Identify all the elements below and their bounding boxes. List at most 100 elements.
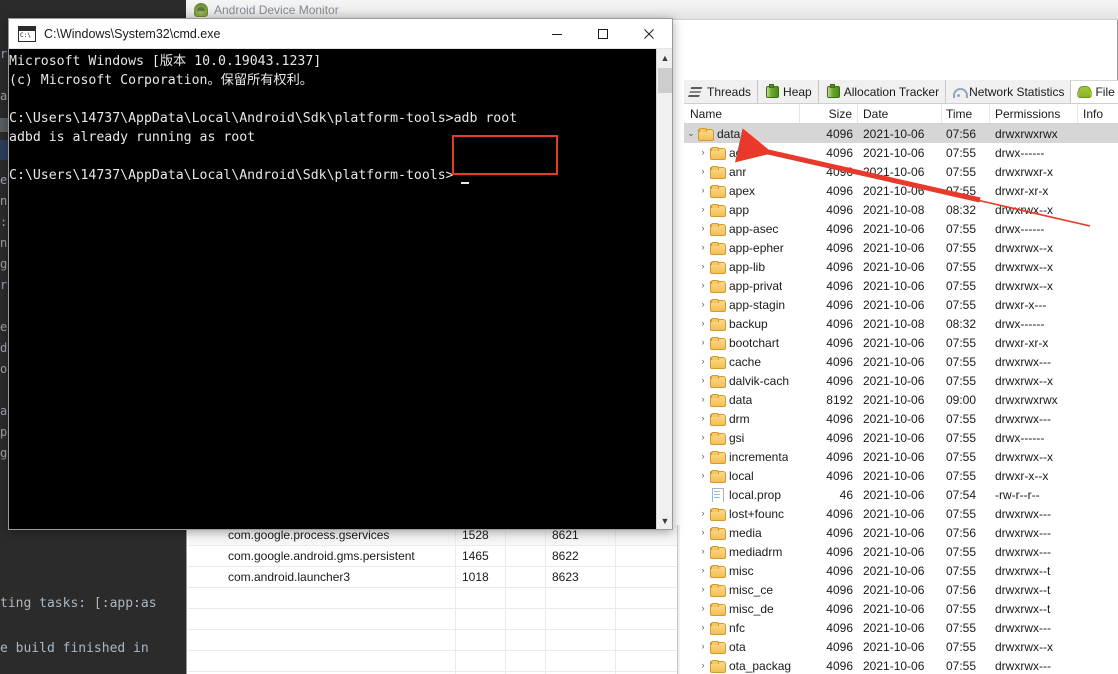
file-explorer-row[interactable]: › dalvik-cach 4096 2021-10-06 07:55 drwxrwx--…: [684, 371, 1118, 390]
chevron-right-icon[interactable]: ›: [696, 257, 710, 276]
cmd-scrollbar[interactable]: ▲ ▼: [656, 49, 672, 529]
column-header-info[interactable]: Info: [1078, 104, 1118, 123]
column-header-time[interactable]: Time: [942, 104, 990, 123]
file-explorer-row[interactable]: › cache 4096 2021-10-06 07:55 drwxrwx---: [684, 352, 1118, 371]
file-name-cell[interactable]: › gsi: [684, 428, 800, 447]
chevron-right-icon[interactable]: ›: [696, 618, 710, 637]
chevron-right-icon[interactable]: ›: [696, 656, 710, 674]
file-name-cell[interactable]: › app: [684, 200, 800, 219]
file-name-cell[interactable]: › dalvik-cach: [684, 371, 800, 390]
chevron-right-icon[interactable]: ›: [696, 181, 710, 200]
chevron-right-icon[interactable]: ›: [696, 200, 710, 219]
file-explorer-row[interactable]: › drm 4096 2021-10-06 07:55 drwxrwx---: [684, 409, 1118, 428]
tab-threads[interactable]: Threads: [684, 80, 759, 103]
file-explorer-row[interactable]: › app-epher 4096 2021-10-06 07:55 drwxrwx--x: [684, 238, 1118, 257]
file-explorer-row[interactable]: › backup 4096 2021-10-08 08:32 drwx------: [684, 314, 1118, 333]
adm-titlebar[interactable]: Android Device Monitor: [186, 0, 1118, 20]
file-name-cell[interactable]: › app-epher: [684, 238, 800, 257]
close-button[interactable]: [626, 19, 672, 49]
file-name-cell[interactable]: local.prop: [684, 488, 800, 502]
file-name-cell[interactable]: › misc: [684, 561, 800, 580]
chevron-right-icon[interactable]: ›: [696, 409, 710, 428]
file-name-cell[interactable]: ⌄ data: [684, 124, 800, 143]
process-row[interactable]: [188, 609, 677, 630]
file-name-cell[interactable]: › data: [684, 390, 800, 409]
file-name-cell[interactable]: › misc_ce: [684, 580, 800, 599]
tab-allocation-tracker[interactable]: Allocation Tracker: [818, 80, 947, 103]
file-explorer-row[interactable]: › app-stagin 4096 2021-10-06 07:55 drwxr-x---: [684, 295, 1118, 314]
file-explorer-row[interactable]: › mediadrm 4096 2021-10-06 07:55 drwxrwx---: [684, 542, 1118, 561]
adm-tabstrip[interactable]: Threads Heap Allocation Tracker Network Sta…: [684, 80, 1118, 104]
process-row[interactable]: com.android.launcher3 1018 8623: [188, 567, 677, 588]
file-name-cell[interactable]: › app-asec: [684, 219, 800, 238]
file-name-cell[interactable]: › adb: [684, 143, 800, 162]
process-row[interactable]: [188, 630, 677, 651]
chevron-right-icon[interactable]: ›: [696, 580, 710, 599]
file-explorer-row[interactable]: › local 4096 2021-10-06 07:55 drwxr-x--x: [684, 466, 1118, 485]
file-explorer-row[interactable]: › ota_packag 4096 2021-10-06 07:55 drwxrwx---: [684, 656, 1118, 674]
scroll-up-icon[interactable]: ▲: [657, 49, 672, 66]
chevron-right-icon[interactable]: ›: [696, 371, 710, 390]
chevron-right-icon[interactable]: ›: [696, 523, 710, 542]
minimize-button[interactable]: [534, 19, 580, 49]
chevron-right-icon[interactable]: ›: [696, 238, 710, 257]
column-header-size[interactable]: Size: [800, 104, 858, 123]
file-explorer-row[interactable]: › incrementa 4096 2021-10-06 07:55 drwxrwx--x: [684, 447, 1118, 466]
column-header-name[interactable]: Name: [684, 104, 800, 123]
file-name-cell[interactable]: › anr: [684, 162, 800, 181]
file-explorer-row[interactable]: › media 4096 2021-10-06 07:56 drwxrwx---: [684, 523, 1118, 542]
file-explorer-row[interactable]: › ota 4096 2021-10-06 07:55 drwxrwx--x: [684, 637, 1118, 656]
chevron-right-icon[interactable]: ›: [696, 276, 710, 295]
chevron-right-icon[interactable]: ›: [696, 504, 710, 523]
process-row[interactable]: [188, 651, 677, 672]
file-explorer-row[interactable]: › adb 4096 2021-10-06 07:55 drwx------: [684, 143, 1118, 162]
chevron-right-icon[interactable]: ›: [696, 295, 710, 314]
cmd-window[interactable]: C:\Windows\System32\cmd.exe Microsoft Wi…: [8, 18, 673, 530]
tab-heap[interactable]: Heap: [758, 80, 819, 103]
chevron-right-icon[interactable]: ›: [696, 162, 710, 181]
file-name-cell[interactable]: › ota: [684, 637, 800, 656]
file-explorer-row[interactable]: › nfc 4096 2021-10-06 07:55 drwxrwx---: [684, 618, 1118, 637]
file-explorer-row[interactable]: › bootchart 4096 2021-10-06 07:55 drwxr-xr-x: [684, 333, 1118, 352]
chevron-right-icon[interactable]: ›: [696, 428, 710, 447]
scroll-down-icon[interactable]: ▼: [657, 512, 672, 529]
chevron-right-icon[interactable]: ›: [696, 143, 710, 162]
chevron-down-icon[interactable]: ⌄: [684, 124, 698, 143]
cmd-scrollbar-thumb[interactable]: [658, 68, 672, 93]
file-explorer-row[interactable]: › anr 4096 2021-10-06 07:55 drwxrwxr-x: [684, 162, 1118, 181]
file-explorer-row[interactable]: › gsi 4096 2021-10-06 07:55 drwx------: [684, 428, 1118, 447]
file-explorer-row[interactable]: › misc_ce 4096 2021-10-06 07:56 drwxrwx--t: [684, 580, 1118, 599]
file-explorer-row[interactable]: › app 4096 2021-10-08 08:32 drwxrwx--x: [684, 200, 1118, 219]
file-name-cell[interactable]: › backup: [684, 314, 800, 333]
chevron-right-icon[interactable]: ›: [696, 447, 710, 466]
file-explorer-row[interactable]: local.prop 46 2021-10-06 07:54 -rw-r--r--: [684, 485, 1118, 504]
chevron-right-icon[interactable]: ›: [696, 390, 710, 409]
file-name-cell[interactable]: › app-privat: [684, 276, 800, 295]
chevron-right-icon[interactable]: ›: [696, 542, 710, 561]
file-name-cell[interactable]: › local: [684, 466, 800, 485]
chevron-right-icon[interactable]: ›: [696, 333, 710, 352]
file-name-cell[interactable]: › lost+founc: [684, 504, 800, 523]
file-name-cell[interactable]: › misc_de: [684, 599, 800, 618]
process-table-scrollbar[interactable]: [678, 525, 680, 674]
file-explorer-row[interactable]: › apex 4096 2021-10-06 07:55 drwxr-xr-x: [684, 181, 1118, 200]
chevron-right-icon[interactable]: ›: [696, 637, 710, 656]
chevron-right-icon[interactable]: ›: [696, 352, 710, 371]
column-header-permissions[interactable]: Permissions: [990, 104, 1078, 123]
file-name-cell[interactable]: › ota_packag: [684, 656, 800, 674]
file-explorer-row[interactable]: › misc_de 4096 2021-10-06 07:55 drwxrwx--t: [684, 599, 1118, 618]
file-explorer-row[interactable]: › app-privat 4096 2021-10-06 07:55 drwxrwx--x: [684, 276, 1118, 295]
file-name-cell[interactable]: › media: [684, 523, 800, 542]
column-header-date[interactable]: Date: [858, 104, 942, 123]
file-explorer-column-header[interactable]: Name Size Date Time Permissions Info: [684, 104, 1118, 124]
chevron-right-icon[interactable]: ›: [696, 466, 710, 485]
process-row[interactable]: [188, 588, 677, 609]
file-name-cell[interactable]: › mediadrm: [684, 542, 800, 561]
tab-network-statistics[interactable]: Network Statistics: [946, 80, 1072, 103]
process-row[interactable]: com.google.android.gms.persistent 1465 862…: [188, 546, 677, 567]
file-explorer-row[interactable]: › app-lib 4096 2021-10-06 07:55 drwxrwx--x: [684, 257, 1118, 276]
file-explorer-row[interactable]: › lost+founc 4096 2021-10-06 07:55 drwxrwx---: [684, 504, 1118, 523]
maximize-button[interactable]: [580, 19, 626, 49]
chevron-right-icon[interactable]: ›: [696, 219, 710, 238]
cmd-console-body[interactable]: Microsoft Windows [版本 10.0.19043.1237] (…: [9, 49, 672, 529]
